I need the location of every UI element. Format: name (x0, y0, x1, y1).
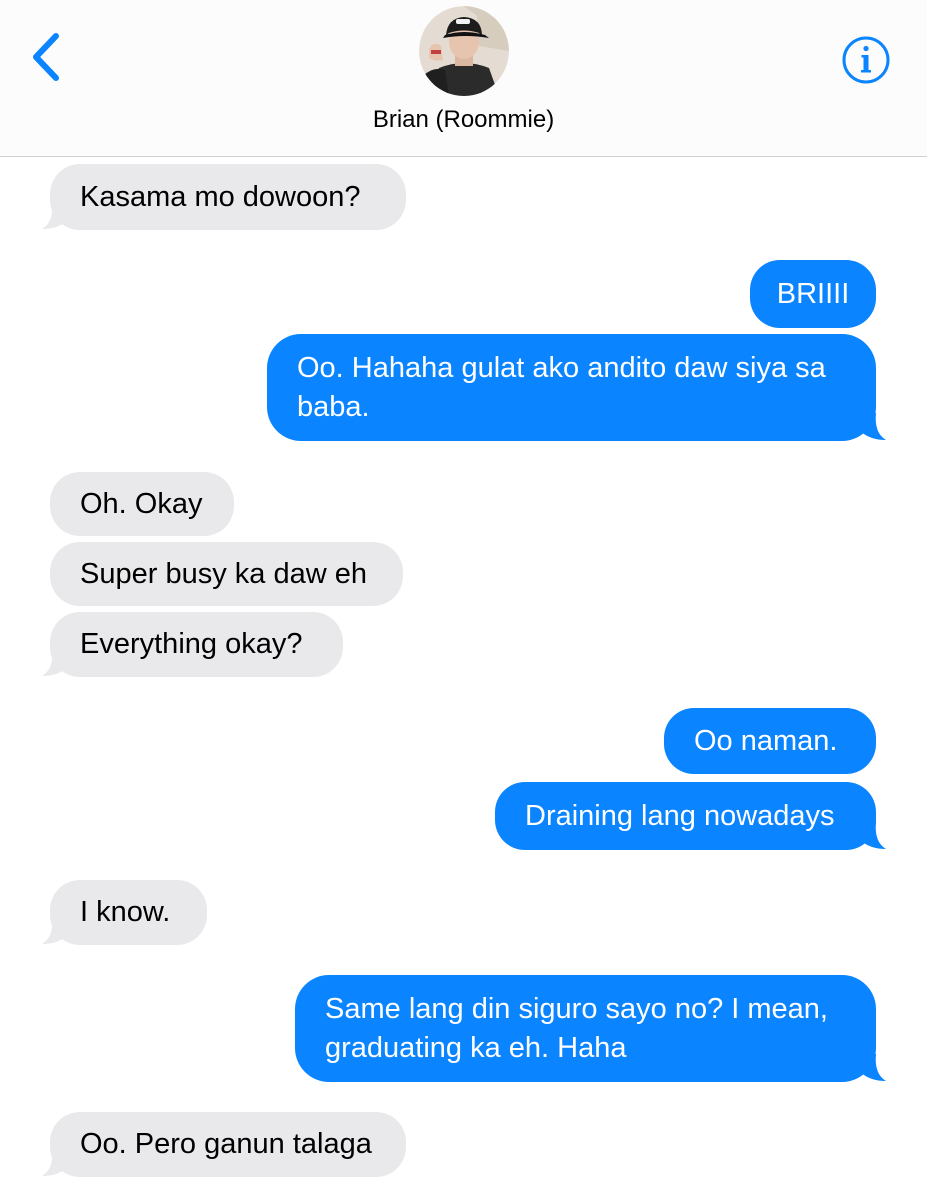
info-icon (842, 36, 890, 84)
message-bubble-outgoing[interactable]: BRIIII (750, 260, 876, 328)
conversation-header: Brian (Roommie) (0, 0, 927, 157)
info-button[interactable] (840, 34, 892, 86)
message-bubble-incoming[interactable]: Oo. Pero ganun talaga (50, 1112, 406, 1177)
back-button[interactable] (22, 28, 70, 84)
message-bubble-incoming[interactable]: Everything okay? (50, 612, 343, 677)
message-bubble-incoming[interactable]: I know. (50, 880, 207, 945)
contact-name[interactable]: Brian (Roommie) (0, 106, 927, 134)
message-bubble-incoming[interactable]: Oh. Okay (50, 472, 234, 536)
contact-avatar[interactable] (419, 6, 509, 96)
avatar-photo (419, 6, 509, 96)
chevron-left-icon (33, 33, 59, 81)
message-bubble-outgoing[interactable]: Same lang din siguro sayo no? I mean, gr… (295, 975, 876, 1082)
message-bubble-outgoing[interactable]: Oo naman. (664, 708, 876, 774)
message-bubble-incoming[interactable]: Kasama mo dowoon? (50, 164, 406, 230)
message-bubble-outgoing[interactable]: Oo. Hahaha gulat ako andito daw siya sa … (267, 334, 876, 441)
message-bubble-outgoing[interactable]: Draining lang nowadays (495, 782, 876, 850)
message-bubble-incoming[interactable]: Super busy ka daw eh (50, 542, 403, 606)
